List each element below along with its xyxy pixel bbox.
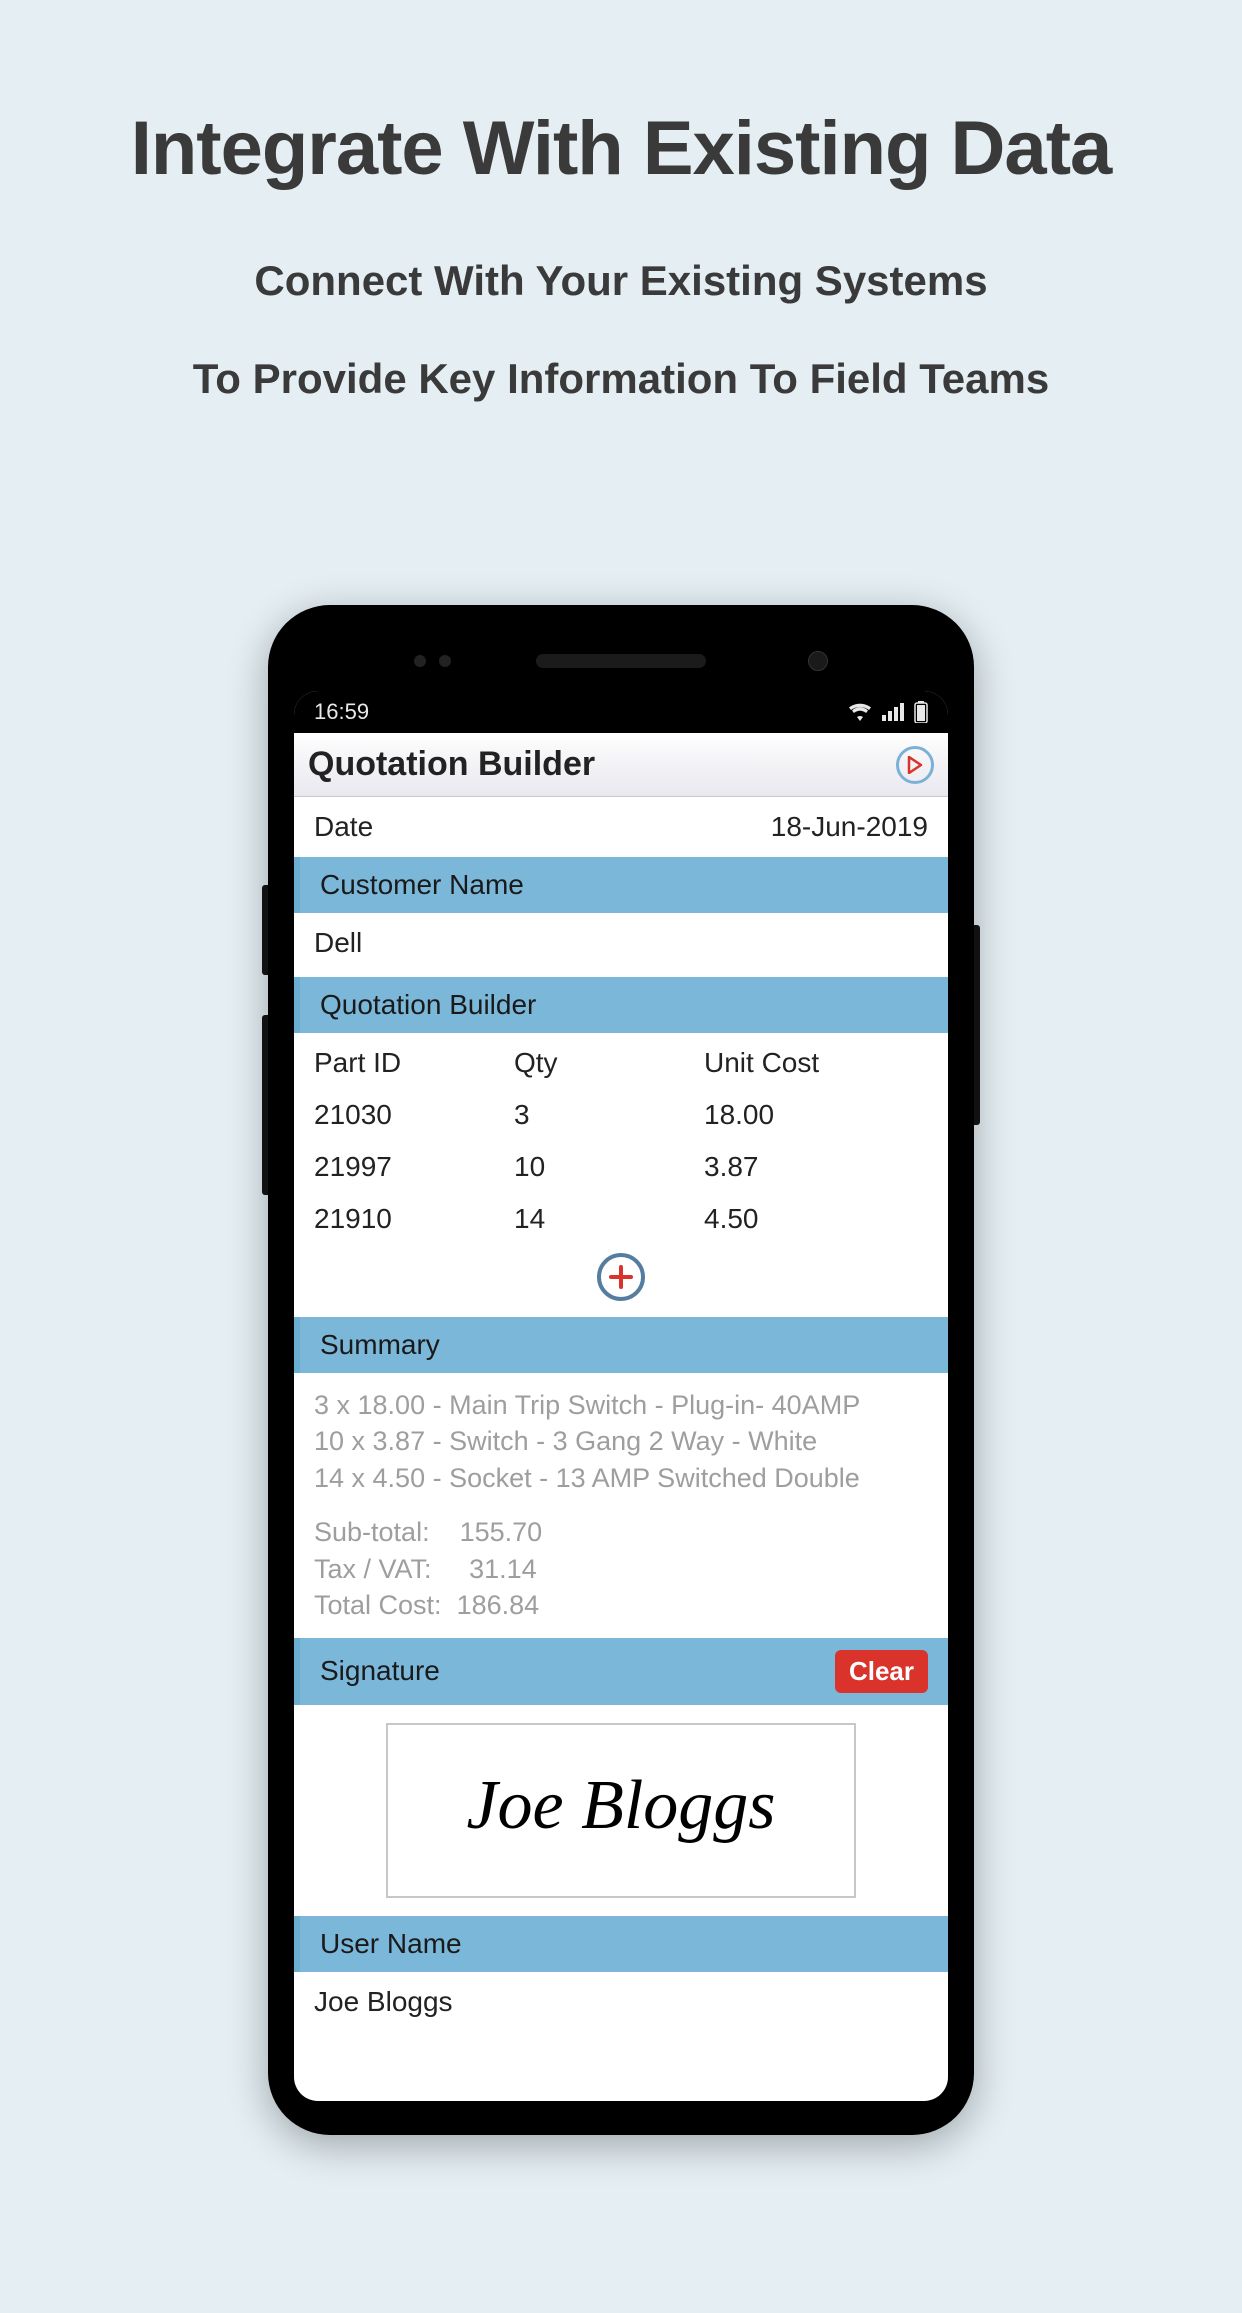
summary-line: 14 x 4.50 - Socket - 13 AMP Switched Dou… xyxy=(314,1460,928,1496)
summary-line: 10 x 3.87 - Switch - 3 Gang 2 Way - Whit… xyxy=(314,1423,928,1459)
phone-frame: 16:59 Quotation Builder Date xyxy=(268,605,974,2135)
hero-title: Integrate With Existing Data xyxy=(0,105,1242,192)
play-button[interactable] xyxy=(896,746,934,784)
add-row-button[interactable] xyxy=(597,1253,645,1301)
table-header-row: Part ID Qty Unit Cost xyxy=(314,1037,928,1089)
col-header-qty: Qty xyxy=(514,1047,704,1079)
quotation-builder-header: Quotation Builder xyxy=(294,977,948,1033)
subtotal-label: Sub-total: xyxy=(314,1517,430,1547)
hero-subtitle-2: To Provide Key Information To Field Team… xyxy=(0,355,1242,403)
signature-value: Joe Bloggs xyxy=(466,1766,775,1846)
total-label: Total Cost: xyxy=(314,1590,442,1620)
date-value: 18-Jun-2019 xyxy=(771,811,928,843)
cell-cost: 18.00 xyxy=(704,1099,928,1131)
customer-name-header: Customer Name xyxy=(294,857,948,913)
wifi-icon xyxy=(848,703,872,721)
total-value: 186.84 xyxy=(457,1590,540,1620)
signal-icon xyxy=(882,703,904,721)
cell-qty: 3 xyxy=(514,1099,704,1131)
tax-value: 31.14 xyxy=(469,1554,537,1584)
customer-name-value[interactable]: Dell xyxy=(294,913,948,977)
summary-header: Summary xyxy=(294,1317,948,1373)
summary-line: 3 x 18.00 - Main Trip Switch - Plug-in- … xyxy=(314,1387,928,1423)
tax-label: Tax / VAT: xyxy=(314,1554,432,1584)
username-value[interactable]: Joe Bloggs xyxy=(294,1972,948,2036)
col-header-part: Part ID xyxy=(314,1047,514,1079)
cell-qty: 10 xyxy=(514,1151,704,1183)
phone-screen: 16:59 Quotation Builder Date xyxy=(294,691,948,2101)
table-row[interactable]: 21997 10 3.87 xyxy=(314,1141,928,1193)
cell-qty: 14 xyxy=(514,1203,704,1235)
summary-content: 3 x 18.00 - Main Trip Switch - Plug-in- … xyxy=(294,1373,948,1638)
clear-button[interactable]: Clear xyxy=(835,1650,928,1693)
col-header-cost: Unit Cost xyxy=(704,1047,928,1079)
cell-part: 21030 xyxy=(314,1099,514,1131)
status-bar: 16:59 xyxy=(294,691,948,733)
date-label: Date xyxy=(314,811,373,843)
cell-part: 21997 xyxy=(314,1151,514,1183)
app-title: Quotation Builder xyxy=(308,745,595,784)
app-title-bar: Quotation Builder xyxy=(294,733,948,797)
date-row: Date 18-Jun-2019 xyxy=(294,797,948,857)
signature-header: Signature Clear xyxy=(294,1638,948,1705)
table-row[interactable]: 21030 3 18.00 xyxy=(314,1089,928,1141)
battery-icon xyxy=(914,701,928,723)
username-header: User Name xyxy=(294,1916,948,1972)
cell-cost: 3.87 xyxy=(704,1151,928,1183)
cell-part: 21910 xyxy=(314,1203,514,1235)
subtotal-value: 155.70 xyxy=(460,1517,543,1547)
cell-cost: 4.50 xyxy=(704,1203,928,1235)
signature-pad[interactable]: Joe Bloggs xyxy=(386,1723,856,1898)
status-time: 16:59 xyxy=(314,699,369,725)
hero-subtitle-1: Connect With Your Existing Systems xyxy=(0,257,1242,305)
table-row[interactable]: 21910 14 4.50 xyxy=(314,1193,928,1245)
